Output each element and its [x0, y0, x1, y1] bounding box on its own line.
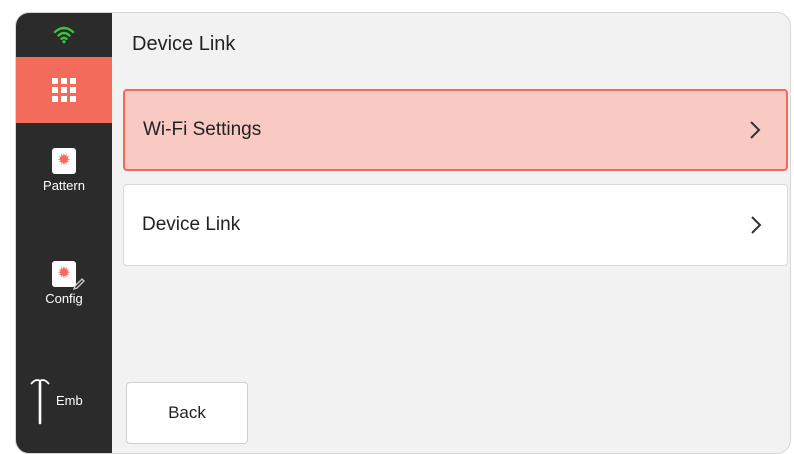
wifi-status [16, 13, 112, 57]
menu-item-label: Wi-Fi Settings [143, 119, 262, 140]
sidebar-item-pattern[interactable]: ✹ Pattern [16, 148, 112, 193]
device-screen: ✹ Pattern ✹ Config Emb Device Link Wi-Fi… [15, 12, 791, 454]
config-card-icon: ✹ [52, 261, 85, 291]
pattern-card-icon: ✹ [52, 148, 76, 174]
wifi-icon [53, 26, 75, 44]
sidebar-item-config[interactable]: ✹ Config [16, 261, 112, 306]
home-button[interactable] [16, 57, 112, 123]
needle-icon [30, 379, 50, 425]
sidebar-item-emb[interactable]: Emb [16, 373, 112, 433]
menu-item-label: Device Link [142, 214, 241, 235]
sidebar-item-label: Config [45, 291, 83, 306]
sidebar-item-label: Pattern [43, 178, 85, 193]
chevron-right-icon [750, 121, 761, 139]
main-panel: Device Link Wi-Fi Settings Device Link B… [112, 13, 790, 453]
back-button[interactable]: Back [126, 382, 248, 444]
sidebar-item-label: Emb [56, 393, 83, 408]
menu-item-wifi-settings[interactable]: Wi-Fi Settings [123, 89, 788, 171]
chevron-right-icon [751, 216, 762, 234]
grid-icon [52, 78, 76, 102]
sidebar: ✹ Pattern ✹ Config Emb [16, 13, 112, 453]
page-title: Device Link [132, 33, 236, 55]
menu-item-device-link[interactable]: Device Link [123, 184, 788, 266]
